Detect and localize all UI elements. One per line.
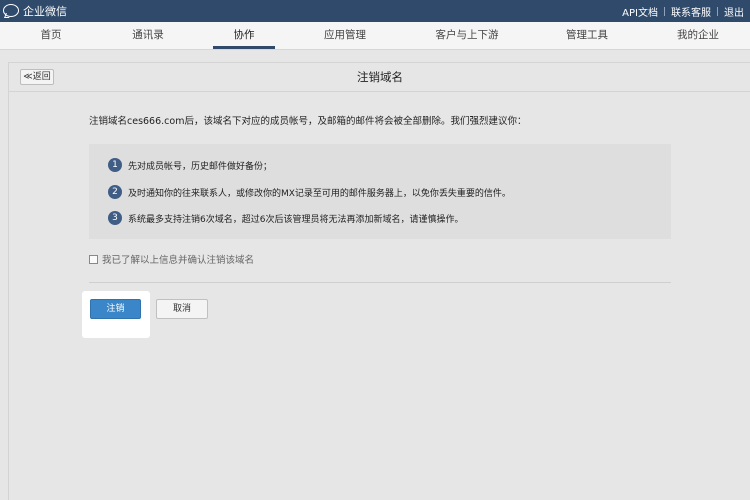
- app-title: 企业微信: [23, 5, 67, 18]
- nav-tab-contacts[interactable]: 通讯录: [113, 22, 183, 49]
- deregister-button[interactable]: 注销: [90, 299, 141, 319]
- advice-item: 2 及时通知你的往来联系人，或修改你的MX记录至可用的邮件服务器上，以免你丢失重…: [108, 185, 511, 199]
- advice-text: 先对成员帐号，历史邮件做好备份；: [128, 161, 273, 172]
- content-panel: 注销域名 ≪返回 注销域名ces666.com后，该域名下对应的成员帐号，及邮箱…: [8, 62, 750, 500]
- contact-support-link[interactable]: 联系客服: [665, 4, 717, 19]
- step-number-badge: 2: [108, 185, 122, 199]
- step-number-badge: 1: [108, 158, 122, 172]
- divider: [89, 282, 671, 283]
- app-logo[interactable]: 企业微信: [3, 3, 67, 19]
- advice-item: 3 系统最多支持注销6次域名，超过6次后该管理员将无法再添加新域名，请谨慎操作。: [108, 211, 463, 225]
- wecom-logo-icon: [3, 4, 19, 18]
- back-button[interactable]: ≪返回: [20, 69, 54, 85]
- nav-tab-collaboration[interactable]: 协作: [209, 22, 279, 49]
- intro-text: 注销域名ces666.com后，该域名下对应的成员帐号，及邮箱的邮件将会被全部删…: [89, 116, 527, 127]
- advice-item: 1 先对成员帐号，历史邮件做好备份；: [108, 158, 272, 172]
- step-number-badge: 3: [108, 211, 122, 225]
- nav-tab-customers[interactable]: 客户与上下游: [432, 22, 502, 49]
- nav-tab-home[interactable]: 首页: [16, 22, 86, 49]
- panel-header: 注销域名 ≪返回: [9, 63, 750, 92]
- page-title: 注销域名: [357, 70, 403, 84]
- advice-text: 及时通知你的往来联系人，或修改你的MX记录至可用的邮件服务器上，以免你丢失重要的…: [128, 188, 511, 199]
- nav-tab-app-management[interactable]: 应用管理: [310, 22, 380, 49]
- top-bar: 企业微信 API文档 联系客服 退出: [0, 0, 750, 22]
- main-nav: 首页 通讯录 协作 应用管理 客户与上下游 管理工具 我的企业: [0, 22, 750, 50]
- nav-tab-management-tools[interactable]: 管理工具: [552, 22, 622, 49]
- nav-tab-my-enterprise[interactable]: 我的企业: [663, 22, 733, 49]
- logout-link[interactable]: 退出: [718, 4, 750, 19]
- advice-box: 1 先对成员帐号，历史邮件做好备份； 2 及时通知你的往来联系人，或修改你的MX…: [89, 144, 671, 239]
- active-tab-indicator: [213, 46, 275, 49]
- confirm-checkbox-row[interactable]: 我已了解以上信息并确认注销该域名: [89, 252, 254, 266]
- confirm-checkbox[interactable]: [89, 254, 98, 264]
- top-links: API文档 联系客服 退出: [616, 0, 750, 22]
- cancel-button[interactable]: 取消: [156, 299, 208, 319]
- api-docs-link[interactable]: API文档: [616, 4, 664, 19]
- advice-text: 系统最多支持注销6次域名，超过6次后该管理员将无法再添加新域名，请谨慎操作。: [128, 214, 464, 225]
- confirm-label[interactable]: 我已了解以上信息并确认注销该域名: [102, 252, 254, 266]
